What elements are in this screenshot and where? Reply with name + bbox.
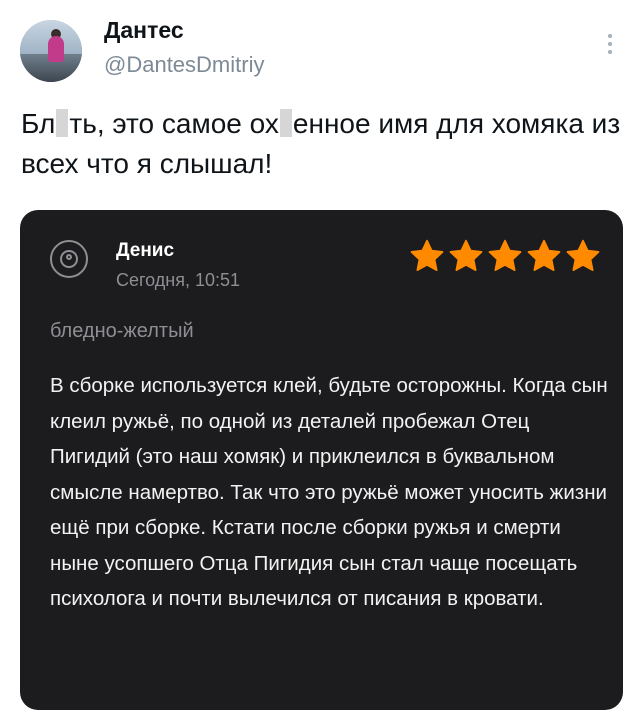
- more-dot: [608, 50, 612, 54]
- tweet-text: Бл ть, это самое ох енное имя для хомяка и…: [21, 104, 621, 184]
- star-icon: [488, 239, 522, 271]
- star-icon: [527, 239, 561, 271]
- more-dot: [608, 34, 612, 38]
- more-vertical-icon[interactable]: [608, 34, 612, 58]
- review-screenshot-card[interactable]: Денис Сегодня, 10:51 бледно-желтый В сбо…: [20, 210, 623, 710]
- tweet-text-part: Бл: [21, 108, 56, 139]
- author-handle[interactable]: @DantesDmitriy: [104, 52, 264, 78]
- avatar-person: [48, 36, 64, 62]
- review-date: Сегодня, 10:51: [116, 270, 241, 290]
- censor-bar: [56, 109, 69, 137]
- author-name[interactable]: Дантес: [104, 17, 184, 44]
- user-icon-inner: [60, 250, 78, 268]
- star-icon: [449, 239, 483, 271]
- star-icon: [566, 239, 600, 271]
- product-variant: бледно-желтый: [50, 320, 194, 342]
- rating-stars: [409, 238, 601, 274]
- review-text: В сборке используется клей, будьте остор…: [50, 374, 608, 610]
- user-circle-icon: [50, 240, 88, 278]
- tweet-text-part: ть, это самое ох: [69, 108, 279, 139]
- star-icon: [410, 239, 444, 271]
- reviewer-name: Денис: [116, 240, 175, 261]
- author-avatar[interactable]: [20, 20, 82, 82]
- more-dot: [608, 42, 612, 46]
- censor-bar: [279, 109, 292, 137]
